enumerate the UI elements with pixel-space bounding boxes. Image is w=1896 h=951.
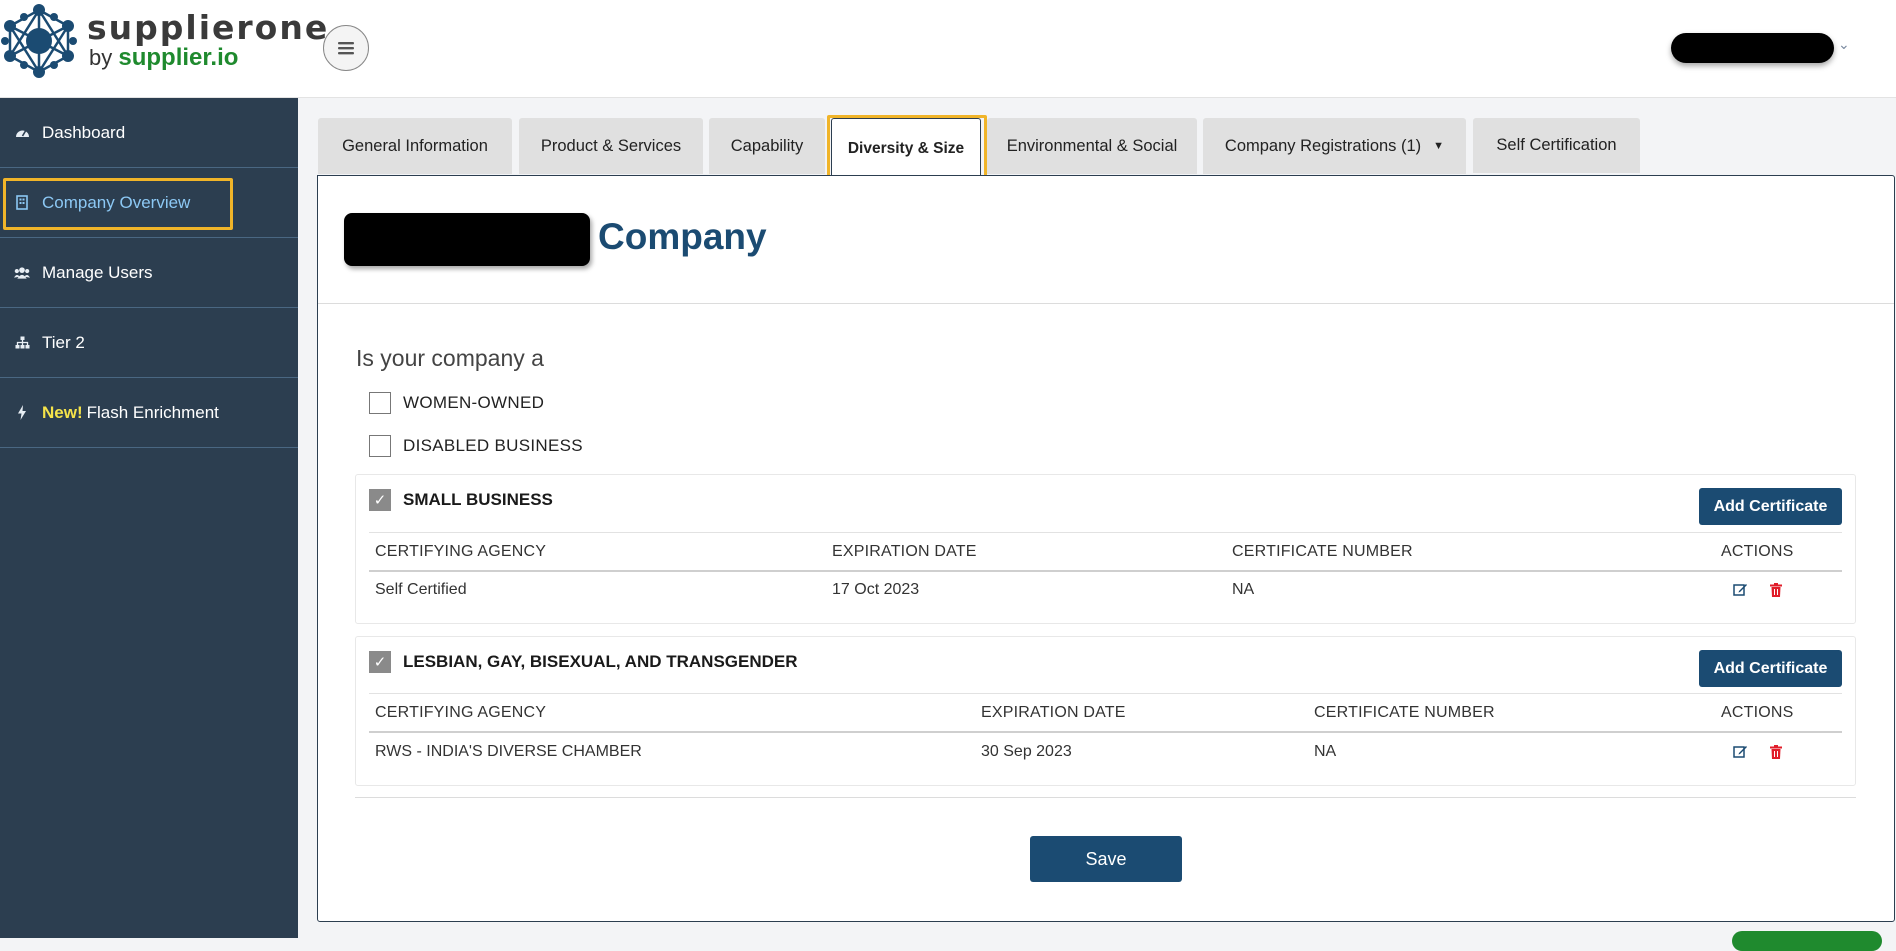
tab-label: Environmental & Social: [1006, 136, 1178, 155]
tab-label: Capability: [730, 136, 804, 155]
sidebar-item-flash-enrichment[interactable]: New! Flash Enrichment: [0, 378, 298, 448]
tab-label: Diversity & Size: [847, 139, 965, 157]
sitemap-icon: [14, 335, 30, 351]
cell-expiration: 17 Oct 2023: [832, 581, 920, 598]
tab-general-information[interactable]: General Information: [318, 118, 512, 174]
small-business-heading[interactable]: ✓ SMALL BUSINESS: [369, 489, 553, 511]
form-divider: [355, 797, 1856, 798]
column-header-expiration: EXPIRATION DATE: [832, 543, 977, 560]
sidebar-item-label: Manage Users: [42, 262, 153, 282]
sidebar-item-manage-users[interactable]: Manage Users: [0, 238, 298, 308]
logo-sub-prefix: by: [89, 45, 113, 70]
dashboard-icon: [14, 125, 30, 141]
header-divider: [369, 570, 1842, 572]
lgbt-checkbox[interactable]: ✓: [369, 651, 391, 673]
sidebar-item-label: Flash Enrichment: [86, 402, 219, 422]
floating-action-button[interactable]: [1732, 931, 1882, 951]
cell-agency: Self Certified: [375, 581, 467, 598]
column-header-actions: ACTIONS: [1721, 543, 1794, 560]
top-header: supplierone by supplier.io ⌄: [0, 0, 1896, 98]
tab-label: Company Registrations (1): [1224, 136, 1422, 155]
sidebar-item-company-overview[interactable]: Company Overview: [0, 168, 298, 238]
new-badge: New!: [42, 402, 83, 422]
header-divider: [369, 731, 1842, 733]
caret-down-icon[interactable]: ▼: [1433, 140, 1444, 152]
small-business-checkbox[interactable]: ✓: [369, 489, 391, 511]
sidebar-item-label: Tier 2: [42, 332, 85, 352]
logo-sub-brand: supplier.io: [118, 44, 239, 71]
row-actions: [1733, 582, 1782, 600]
users-icon: [14, 265, 30, 281]
column-header-agency: CERTIFYING AGENCY: [375, 543, 547, 560]
company-name-redacted: [344, 213, 590, 266]
tab-environmental-social[interactable]: Environmental & Social: [987, 118, 1197, 174]
sidebar-item-dashboard[interactable]: Dashboard: [0, 98, 298, 168]
trash-icon[interactable]: [1770, 744, 1782, 762]
edit-icon[interactable]: [1733, 744, 1748, 762]
tab-capability[interactable]: Capability: [709, 118, 825, 174]
column-header-actions: ACTIONS: [1721, 704, 1794, 721]
cell-agency: RWS - INDIA'S DIVERSE CHAMBER: [375, 743, 642, 760]
row-actions: [1733, 744, 1782, 762]
save-button[interactable]: Save: [1030, 836, 1182, 882]
bolt-icon: [14, 405, 30, 421]
column-header-certificate-number: CERTIFICATE NUMBER: [1232, 543, 1413, 560]
cell-expiration: 30 Sep 2023: [981, 743, 1072, 760]
disabled-business-option[interactable]: DISABLED BUSINESS: [369, 435, 583, 457]
building-icon: [14, 195, 30, 211]
small-business-section: ✓ SMALL BUSINESS Add Certificate CERTIFY…: [355, 474, 1856, 624]
column-header-expiration: EXPIRATION DATE: [981, 704, 1126, 721]
column-header-agency: CERTIFYING AGENCY: [375, 704, 547, 721]
women-owned-option[interactable]: WOMEN-OWNED: [369, 392, 544, 414]
tab-company-registrations[interactable]: Company Registrations (1) ▼: [1203, 118, 1466, 174]
small-business-label: SMALL BUSINESS: [403, 490, 553, 509]
lgbt-label: LESBIAN, GAY, BISEXUAL, AND TRANSGENDER: [403, 652, 798, 671]
logo-title: supplierone: [87, 8, 330, 47]
divider: [369, 693, 1842, 694]
cell-certificate-number: NA: [1314, 743, 1337, 760]
sidebar-item-label: Company Overview: [42, 192, 191, 212]
hamburger-icon: [338, 42, 354, 55]
user-menu-button[interactable]: [1671, 33, 1834, 63]
logo-subtitle: by supplier.io: [89, 44, 238, 72]
tab-label: Product & Services: [540, 136, 682, 155]
divider: [369, 532, 1842, 533]
diversity-question: Is your company a: [356, 345, 544, 371]
trash-icon[interactable]: [1770, 582, 1782, 600]
add-certificate-button[interactable]: Add Certificate: [1699, 650, 1842, 687]
sidebar: Dashboard Company Overview Manage Users …: [0, 98, 298, 938]
tab-product-services[interactable]: Product & Services: [519, 118, 703, 174]
sidebar-item-label: Dashboard: [42, 122, 126, 142]
add-certificate-button[interactable]: Add Certificate: [1699, 488, 1842, 525]
company-title: Company: [598, 216, 767, 257]
column-header-certificate-number: CERTIFICATE NUMBER: [1314, 704, 1495, 721]
cell-certificate-number: NA: [1232, 581, 1255, 598]
lgbt-section: ✓ LESBIAN, GAY, BISEXUAL, AND TRANSGENDE…: [355, 636, 1856, 786]
sidebar-item-tier-2[interactable]: Tier 2: [0, 308, 298, 378]
chevron-down-icon[interactable]: ⌄: [1838, 36, 1850, 53]
company-header: Company: [318, 176, 1894, 304]
women-owned-label: WOMEN-OWNED: [403, 393, 545, 412]
tab-diversity-size[interactable]: Diversity & Size: [831, 118, 981, 178]
app-logo[interactable]: supplierone by supplier.io: [0, 0, 327, 98]
women-owned-checkbox[interactable]: [369, 392, 391, 414]
edit-icon[interactable]: [1733, 582, 1748, 600]
lgbt-heading[interactable]: ✓ LESBIAN, GAY, BISEXUAL, AND TRANSGENDE…: [369, 651, 798, 673]
diversity-panel: Company Is your company a WOMEN-OWNED DI…: [317, 175, 1895, 922]
tab-label: General Information: [342, 136, 488, 155]
disabled-business-checkbox[interactable]: [369, 435, 391, 457]
disabled-business-label: DISABLED BUSINESS: [403, 436, 583, 455]
menu-toggle-button[interactable]: [323, 25, 369, 71]
logo-network-icon: [1, 4, 77, 78]
tab-self-certification[interactable]: Self Certification: [1473, 118, 1640, 173]
tab-label: Self Certification: [1496, 136, 1617, 154]
